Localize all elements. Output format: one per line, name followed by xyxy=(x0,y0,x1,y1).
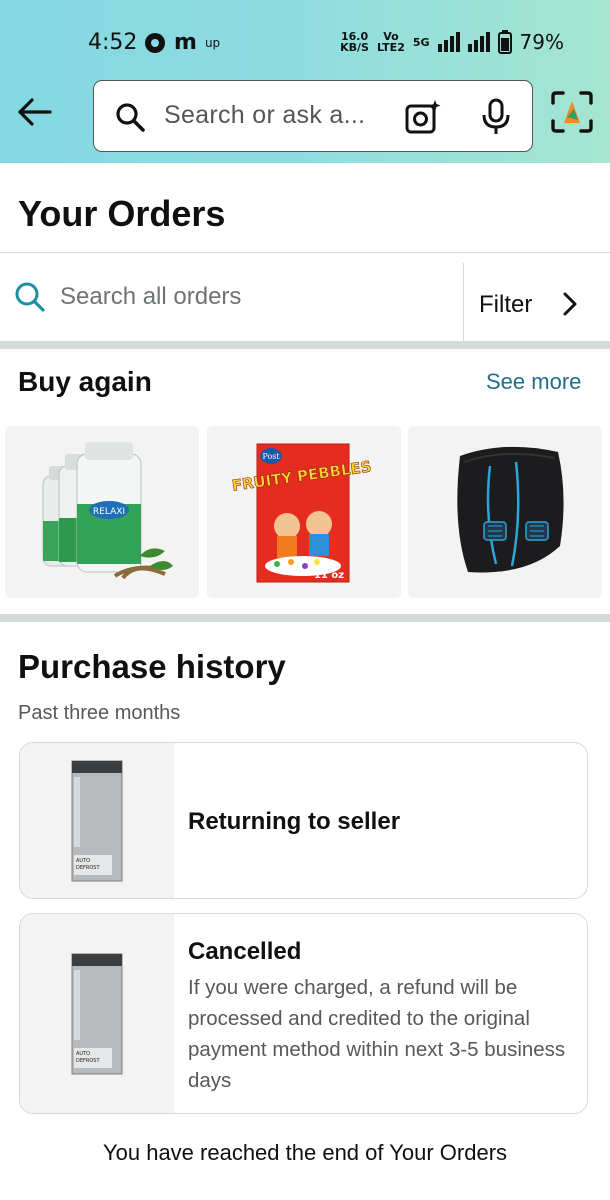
chevron-right-icon xyxy=(563,292,577,316)
microphone-icon[interactable] xyxy=(479,98,513,136)
order-thumbnail: AUTO DEFROST xyxy=(20,743,174,898)
relaxi-bottles-image: RELAXI xyxy=(42,442,173,580)
section-divider xyxy=(0,341,610,349)
filter-button[interactable]: Filter xyxy=(464,253,610,341)
product-search-bar[interactable]: Search or ask a... xyxy=(93,80,533,152)
see-more-link[interactable]: See more xyxy=(486,369,581,395)
camera-icon[interactable] xyxy=(404,98,442,136)
buy-again-title: Buy again xyxy=(18,366,152,397)
order-card[interactable]: AUTO DEFROST Returning to seller xyxy=(19,742,588,899)
cereal-brand: Post xyxy=(262,452,280,461)
refrigerator-image: AUTO DEFROST xyxy=(71,760,123,881)
search-icon xyxy=(116,103,145,132)
status-time: 4:52 xyxy=(88,30,138,55)
filter-label: Filter xyxy=(479,291,533,318)
fruity-pebbles-image: Post FRUITY PEBBLES 11 oz xyxy=(230,443,373,583)
order-card[interactable]: AUTO DEFROST Cancelled If you were charg… xyxy=(19,913,588,1114)
status-bar: 4:52 m up 16.0 KB/S Vo LTE2 5G 79% xyxy=(0,0,610,80)
order-status: Returning to seller xyxy=(188,808,401,835)
search-icon xyxy=(15,282,45,312)
battery-percent: 79% xyxy=(519,30,564,54)
order-status-detail: If you were charged, a refund will be pr… xyxy=(188,976,566,1092)
fridge-label: DEFROST xyxy=(76,1058,100,1064)
buy-again-item[interactable]: RELAXI xyxy=(5,426,199,598)
page-title: Your Orders xyxy=(18,193,226,234)
cereal-size: 11 oz xyxy=(314,570,344,581)
lte-label: LTE2 xyxy=(376,41,405,54)
battery-icon xyxy=(497,30,512,54)
section-divider xyxy=(0,614,610,622)
order-thumbnail: AUTO DEFROST xyxy=(20,914,174,1113)
end-of-orders-message: You have reached the end of Your Orders xyxy=(102,1140,508,1165)
order-search-input[interactable]: Search all orders xyxy=(60,283,241,311)
refrigerator-image: AUTO DEFROST xyxy=(71,953,123,1074)
signal-2-icon xyxy=(467,32,490,52)
upi-app-icon: up xyxy=(204,35,221,50)
system-indicators: 16.0 KB/S Vo LTE2 5G 79% xyxy=(340,30,564,54)
relaxi-label: RELAXI xyxy=(93,507,125,517)
volte-indicator: Vo LTE2 xyxy=(377,31,405,53)
network-type-label: 5G xyxy=(412,35,430,49)
lumbar-cushion-image xyxy=(457,446,564,573)
back-arrow-icon[interactable] xyxy=(14,92,54,132)
network-speed: 16.0 KB/S xyxy=(340,31,369,53)
messages-app-icon: m xyxy=(174,30,197,55)
purchase-history-title: Purchase history xyxy=(18,648,286,685)
buy-again-item[interactable]: Post FRUITY PEBBLES 11 oz xyxy=(207,426,401,598)
scan-icon[interactable] xyxy=(550,90,594,134)
notification-icons: m up xyxy=(144,30,220,55)
fridge-label: AUTO xyxy=(76,1051,90,1057)
order-search-row: Search all orders Filter xyxy=(0,253,610,341)
purchase-history-subtitle: Past three months xyxy=(18,702,181,724)
search-placeholder: Search or ask a... xyxy=(164,101,366,129)
buy-again-item[interactable] xyxy=(408,426,602,598)
fridge-label: DEFROST xyxy=(76,865,100,871)
speed-unit: KB/S xyxy=(340,41,369,54)
browser-icon xyxy=(145,32,165,53)
signal-icon xyxy=(437,32,460,52)
order-status: Cancelled xyxy=(188,938,302,965)
fridge-label: AUTO xyxy=(76,858,90,864)
